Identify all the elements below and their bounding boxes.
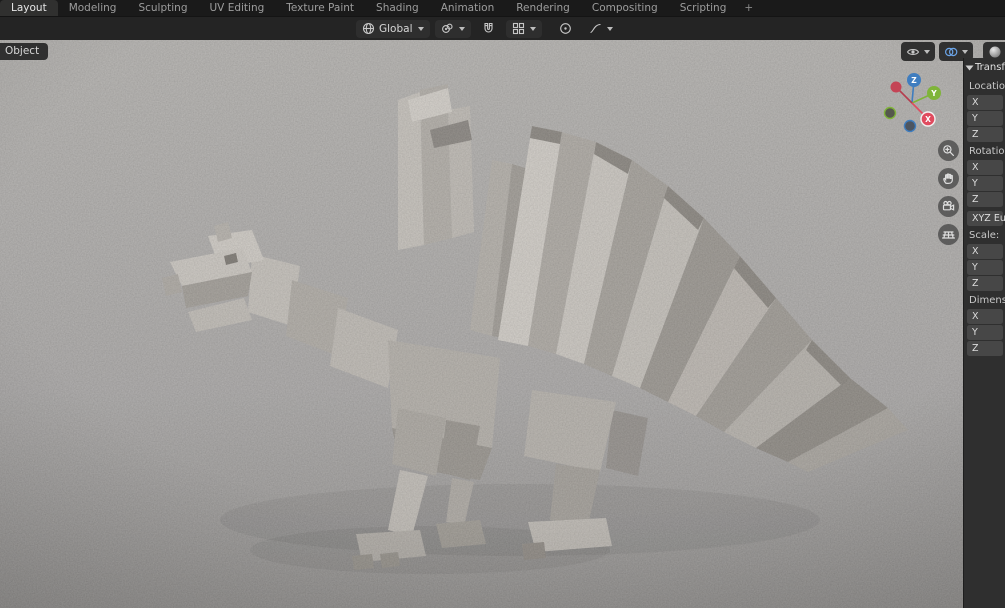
gizmo-y-neg-axis[interactable] [883,106,897,120]
tab-compositing[interactable]: Compositing [581,0,669,16]
gizmo-x-label: X [925,115,931,124]
dimensions-z-field[interactable]: Z [967,341,1003,356]
tab-shading[interactable]: Shading [365,0,430,16]
workspace-tabbar: Layout Modeling Sculpting UV Editing Tex… [0,0,1005,16]
pivot-point-icon [441,23,453,33]
gizmo-x-neg-axis[interactable] [890,81,902,93]
chevron-down-icon [924,49,930,54]
chevron-down-icon [417,26,424,31]
move-view-button[interactable] [938,168,959,189]
camera-icon [942,200,955,211]
navigation-gizmo[interactable]: Z Y X [881,68,951,138]
tab-rendering[interactable]: Rendering [505,0,581,16]
proportional-editing-toggle[interactable] [553,20,578,38]
location-x-field[interactable]: X [967,95,1003,110]
overlays-icon [944,47,958,56]
tab-modeling[interactable]: Modeling [58,0,128,16]
rotation-mode-dropdown[interactable]: XYZ Euler [967,211,1005,226]
dragon-model [0,40,1005,608]
proportional-falloff-icon [589,23,601,34]
interaction-mode-dropdown[interactable]: Object [0,43,49,60]
gizmo-z-label: Z [911,76,917,85]
pivot-point-dropdown[interactable] [434,19,471,38]
viewport-header-toolbar: Global [0,16,1005,40]
scale-z-field[interactable]: Z [967,276,1003,291]
chevron-down-icon [606,26,613,31]
visibility-icon [906,48,920,55]
transform-tools-group: Global [356,19,619,38]
panel-title: Transform [975,62,1005,73]
transform-orientation-dropdown[interactable]: Global [356,19,430,38]
location-label: Location: [969,81,1005,92]
chevron-down-icon [458,26,465,31]
dimensions-y-field[interactable]: Y [967,325,1003,340]
tab-uv-editing[interactable]: UV Editing [199,0,276,16]
rotation-label: Rotation: [969,146,1005,157]
zoom-icon [943,145,954,156]
add-workspace-button[interactable]: + [737,0,760,16]
rotation-x-field[interactable]: X [967,160,1003,175]
viewport-nav-buttons [938,140,959,245]
viewport-shading-icon [989,46,1001,57]
dimensions-x-field[interactable]: X [967,309,1003,324]
grid-icon [942,231,955,239]
snap-settings-icon [512,22,524,35]
camera-view-button[interactable] [938,196,959,217]
chevron-down-icon [529,26,536,31]
snap-magnet-icon [483,22,493,33]
transform-panel-header[interactable]: Transform [964,58,1005,77]
rotation-z-field[interactable]: Z [967,192,1003,207]
orientation-label: Global [379,22,413,35]
proportional-editing-icon [559,23,571,34]
chevron-down-icon [962,49,968,54]
tab-sculpting[interactable]: Sculpting [127,0,198,16]
proportional-falloff-dropdown[interactable] [583,20,619,38]
rotation-y-field[interactable]: Y [967,176,1003,191]
tab-scripting[interactable]: Scripting [669,0,738,16]
tab-animation[interactable]: Animation [430,0,506,16]
toggle-perspective-button[interactable] [938,224,959,245]
snap-settings-dropdown[interactable] [505,19,542,38]
tab-layout[interactable]: Layout [0,0,58,16]
hand-icon [943,173,953,184]
panel-expand-icon [965,65,974,70]
scale-x-field[interactable]: X [967,244,1003,259]
snap-toggle-button[interactable] [476,20,501,38]
location-z-field[interactable]: Z [967,127,1003,142]
location-y-field[interactable]: Y [967,111,1003,126]
dimensions-label: Dimensions: [969,295,1005,306]
gizmo-y-label: Y [930,89,937,98]
gizmo-z-neg-axis[interactable] [903,119,917,133]
scale-label: Scale: [969,230,1000,241]
sidebar-transform-panel: Transform Location: X Y Z Rotation: X Y … [963,58,1005,608]
visibility-dropdown[interactable] [901,42,935,61]
tab-texture-paint[interactable]: Texture Paint [275,0,365,16]
zoom-button[interactable] [938,140,959,161]
globe-icon [362,22,375,35]
scale-y-field[interactable]: Y [967,260,1003,275]
viewport-3d[interactable]: Object Z Y X Transf Locatio X Y Z Rotati… [0,40,1005,608]
